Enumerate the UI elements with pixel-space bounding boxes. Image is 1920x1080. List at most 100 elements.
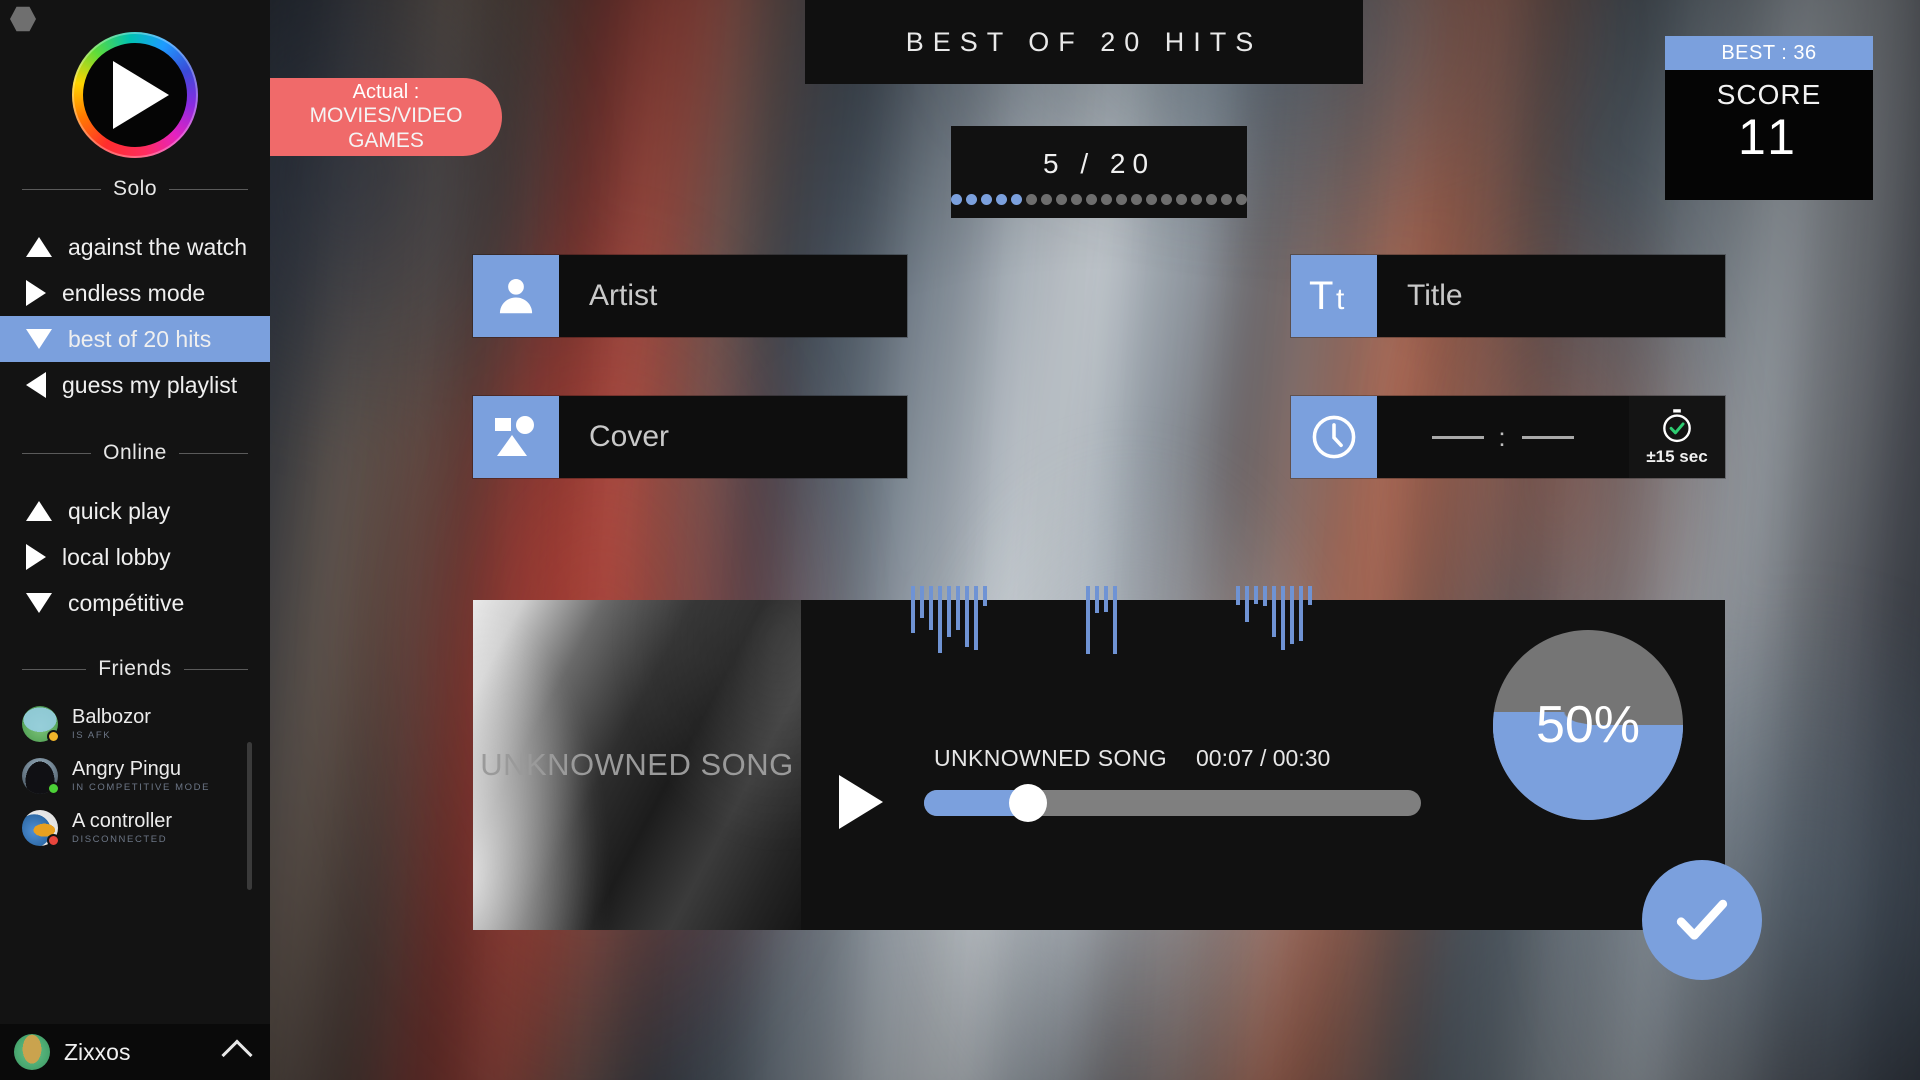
equalizer-bar <box>1104 586 1108 613</box>
friends-scrollbar[interactable] <box>247 742 252 890</box>
validate-button[interactable] <box>1642 860 1762 980</box>
round-dot <box>1041 194 1052 205</box>
page-title-text: BEST OF 20 HITS <box>905 26 1263 57</box>
sidebar-item-label: endless mode <box>62 279 206 306</box>
round-counter: 5 / 20 <box>951 126 1247 218</box>
triangle-right-icon <box>26 544 46 570</box>
playback-time: 00:07 / 00:30 <box>1196 745 1331 771</box>
section-header-online: Online <box>22 440 249 466</box>
progress-slider-handle[interactable] <box>1009 784 1048 822</box>
avatar <box>22 758 60 795</box>
song-name: UNKNOWNED SONG <box>934 745 1168 771</box>
sidebar: Solo against the watch endless mode best… <box>0 0 270 1080</box>
play-icon[interactable] <box>839 775 883 829</box>
round-dot <box>981 194 992 205</box>
time-tolerance: ±15 sec <box>1629 396 1725 478</box>
sidebar-item-quick-play[interactable]: quick play <box>0 488 270 534</box>
friend-list-item[interactable]: Angry Pingu IN COMPETITIVE MODE <box>0 750 270 802</box>
sidebar-item-label: compétitive <box>68 589 185 616</box>
friend-list-item[interactable]: A controller DISCONNECTED <box>0 802 270 854</box>
equalizer-bar <box>983 586 987 606</box>
cover-input[interactable]: Cover <box>559 396 907 478</box>
stopwatch-check-icon <box>1663 409 1691 443</box>
score-panel: BEST : 36 SCORE 11 <box>1665 36 1873 200</box>
equalizer-bar <box>1113 586 1117 654</box>
sidebar-item-against-the-watch[interactable]: against the watch <box>0 224 270 270</box>
round-counter-text: 5 / 20 <box>1042 148 1156 179</box>
sidebar-item-best-of-20-hits[interactable]: best of 20 hits <box>0 316 270 362</box>
sidebar-item-local-lobby[interactable]: local lobby <box>0 534 270 580</box>
volume-dial[interactable]: 50% <box>1493 630 1683 820</box>
artist-input[interactable]: Artist <box>559 255 907 337</box>
svg-text:T: T <box>1309 274 1333 318</box>
time-tolerance-text: ±15 sec <box>1646 447 1708 466</box>
friend-name: A controller <box>72 810 173 832</box>
equalizer-bar <box>1308 586 1312 606</box>
svg-text:t: t <box>1336 283 1345 316</box>
round-dot <box>1086 194 1097 205</box>
round-dot <box>1161 194 1172 205</box>
progress-slider[interactable] <box>924 784 1421 822</box>
section-title: Solo <box>112 177 158 200</box>
section-title: Online <box>103 441 167 464</box>
time-field[interactable]: : ±15 sec <box>1291 396 1725 478</box>
sidebar-item-endless-mode[interactable]: endless mode <box>0 270 270 316</box>
round-dot <box>1191 194 1202 205</box>
checkmark-icon <box>1676 899 1728 940</box>
equalizer-bar <box>1281 586 1285 651</box>
title-field[interactable]: T t Title <box>1291 255 1725 337</box>
avatar <box>22 706 60 743</box>
sidebar-item-label: guess my playlist <box>62 371 238 398</box>
sidebar-item-competitive[interactable]: compétitive <box>0 580 270 626</box>
title-input[interactable]: Title <box>1377 255 1725 337</box>
equalizer-visualizer <box>911 586 1471 658</box>
score-value: 11 <box>1738 109 1800 165</box>
triangle-left-icon <box>26 372 46 398</box>
sidebar-item-guess-my-playlist[interactable]: guess my playlist <box>0 362 270 408</box>
current-user-bar[interactable]: Zixxos <box>0 1024 270 1080</box>
category-badge-value: MOVIES/VIDEO GAMES <box>309 104 463 152</box>
equalizer-bar <box>1272 586 1276 638</box>
equalizer-bar <box>938 586 942 654</box>
round-progress-dots <box>951 194 1247 205</box>
best-score-label: BEST : 36 <box>1665 36 1873 70</box>
cover-art-icon <box>473 396 559 478</box>
round-dot <box>1221 194 1232 205</box>
friend-status: IS AFK <box>72 730 112 741</box>
equalizer-bar <box>965 586 969 648</box>
page-title: BEST OF 20 HITS <box>805 0 1363 84</box>
category-badge: Actual : MOVIES/VIDEO GAMES <box>270 78 502 156</box>
album-art-label: UNKNOWNED SONG <box>480 747 794 783</box>
avatar <box>22 810 60 847</box>
text-Tt-icon: T t <box>1291 255 1377 337</box>
equalizer-bar <box>1236 586 1240 606</box>
hexagon-button[interactable] <box>10 6 36 32</box>
artist-field[interactable]: Artist <box>473 255 907 337</box>
section-header-friends: Friends <box>22 656 248 682</box>
score-label: SCORE <box>1716 79 1822 110</box>
equalizer-bar <box>920 586 924 618</box>
app-logo[interactable] <box>72 32 198 158</box>
round-dot <box>1101 194 1112 205</box>
equalizer-bar <box>947 586 951 637</box>
chevron-up-icon[interactable] <box>221 1039 253 1071</box>
status-dot <box>47 782 60 795</box>
triangle-down-icon <box>26 593 52 613</box>
cover-field[interactable]: Cover <box>473 396 907 478</box>
person-icon <box>473 255 559 337</box>
friend-list-item[interactable]: Balbozor IS AFK <box>0 698 270 750</box>
sidebar-item-label: local lobby <box>62 543 171 570</box>
friend-name: Angry Pingu <box>72 758 181 780</box>
volume-label: 50% <box>1535 696 1641 754</box>
round-dot <box>966 194 977 205</box>
album-art: UNKNOWNED SONG <box>473 600 801 930</box>
round-dot <box>1011 194 1022 205</box>
equalizer-bar <box>956 586 960 630</box>
category-badge-label: Actual : <box>352 81 420 104</box>
status-dot <box>47 730 60 743</box>
triangle-right-icon <box>26 280 46 306</box>
round-dot <box>1131 194 1142 205</box>
equalizer-bar <box>1290 586 1294 645</box>
time-separator: : <box>1498 421 1508 452</box>
status-dot <box>47 834 60 847</box>
